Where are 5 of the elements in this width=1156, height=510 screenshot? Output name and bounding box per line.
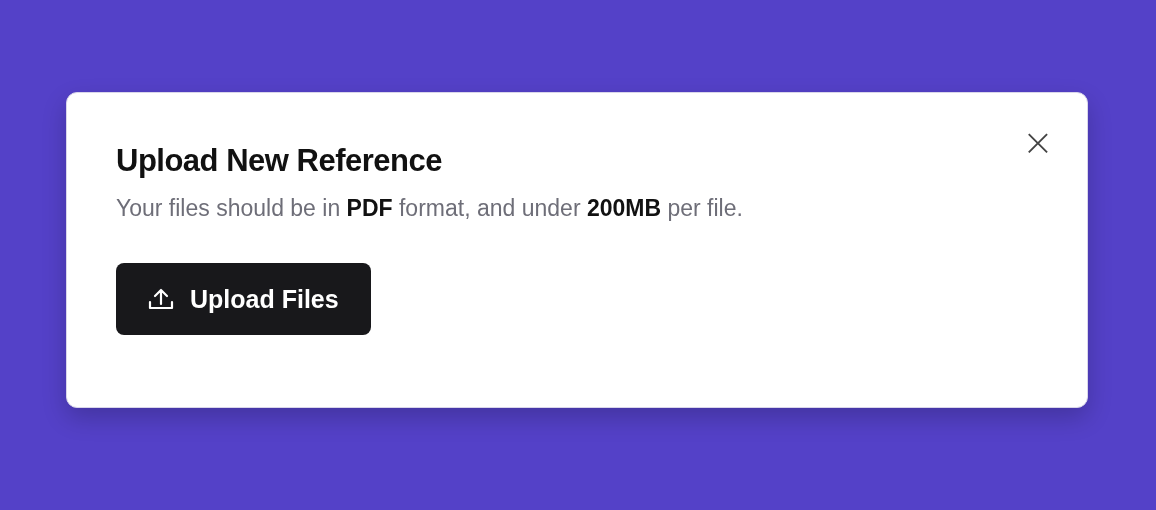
upload-icon <box>148 287 174 311</box>
close-button[interactable]: × <box>1019 123 1057 161</box>
dialog-description: Your files should be in PDF format, and under 200MB per file. <box>116 194 744 223</box>
upload-button[interactable]: Upload Files <box>116 263 371 335</box>
dialog-title: Upload New Reference <box>116 142 443 180</box>
